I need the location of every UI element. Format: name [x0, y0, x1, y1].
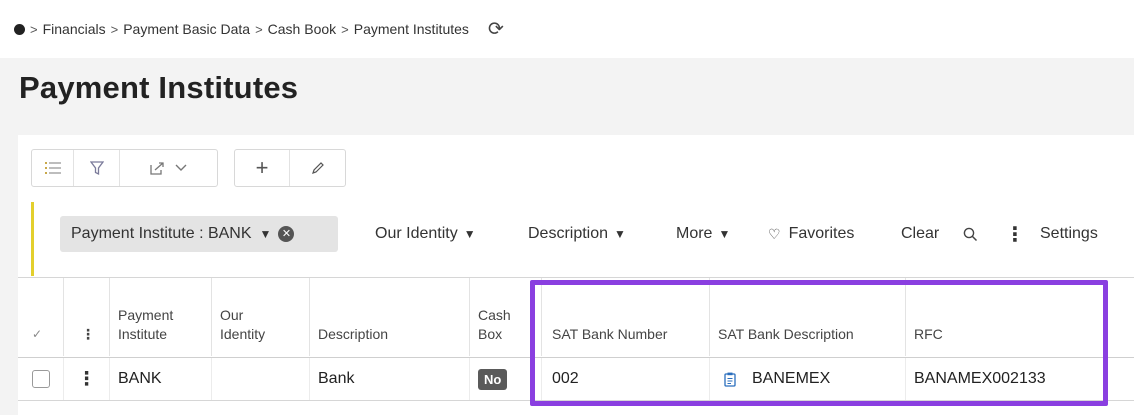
- clear-button[interactable]: Clear: [901, 216, 939, 252]
- breadcrumb-item-payment-basic-data[interactable]: Payment Basic Data: [123, 21, 250, 37]
- home-dot-icon[interactable]: [14, 23, 25, 35]
- favorites-button[interactable]: ♡ Favorites: [768, 216, 854, 252]
- filter-more-label: More: [676, 225, 713, 242]
- filter-our-identity-label: Our Identity: [375, 225, 458, 242]
- cash-box-badge: No: [478, 368, 508, 390]
- header-our-identity-label: Our Identity: [220, 307, 266, 342]
- page-title: Payment Institutes: [19, 70, 299, 105]
- filter-description-label: Description: [528, 225, 609, 242]
- settings-button[interactable]: ⋮ Settings: [1005, 216, 1098, 252]
- chevron-right-icon: >: [255, 21, 263, 37]
- refresh-icon[interactable]: ⟳: [488, 20, 504, 39]
- select-all-header[interactable]: ✓: [18, 278, 64, 356]
- breadcrumb-item-cash-book[interactable]: Cash Book: [268, 21, 336, 37]
- cell-our-identity[interactable]: [212, 358, 310, 400]
- caret-down-icon[interactable]: ▼: [260, 227, 272, 241]
- list-icon: [44, 162, 61, 174]
- breadcrumb: > Financials > Payment Basic Data > Cash…: [14, 18, 504, 40]
- cell-payment-institute[interactable]: BANK: [110, 358, 212, 400]
- search-icon: [963, 227, 978, 241]
- search-button[interactable]: [963, 216, 978, 252]
- chevron-right-icon: >: [341, 21, 349, 37]
- chevron-right-icon: >: [30, 21, 38, 37]
- toolbar-view-group: [31, 149, 218, 187]
- filter-our-identity[interactable]: Our Identity ▼: [375, 216, 476, 252]
- breadcrumb-bar: > Financials > Payment Basic Data > Cash…: [0, 0, 1134, 58]
- caret-down-icon: ▼: [614, 227, 626, 241]
- checkmark-icon: ✓: [32, 327, 43, 341]
- highlight-box: [530, 280, 1108, 406]
- breadcrumb-item-financials[interactable]: Financials: [43, 21, 106, 37]
- plus-icon: +: [255, 155, 269, 180]
- filter-description[interactable]: Description ▼: [528, 216, 626, 252]
- cell-description[interactable]: Bank: [310, 358, 470, 400]
- row-checkbox[interactable]: [31, 370, 50, 388]
- header-description-label: Description: [318, 326, 389, 342]
- heart-icon: ♡: [768, 225, 781, 242]
- filter-chip-payment-institute[interactable]: Payment Institute : BANK ▼ ✕: [60, 216, 338, 252]
- kebab-icon: ⋮: [81, 326, 95, 342]
- export-button[interactable]: [120, 150, 217, 186]
- header-our-identity[interactable]: Our Identity: [212, 278, 310, 356]
- header-description[interactable]: Description: [310, 278, 470, 356]
- row-kebab-icon[interactable]: ⋮: [77, 368, 96, 391]
- header-payment-institute-label: Payment Institute: [118, 307, 174, 342]
- caret-down-icon: ▼: [718, 227, 731, 241]
- favorites-label: Favorites: [788, 225, 855, 242]
- breadcrumb-item-payment-institutes: Payment Institutes: [353, 21, 469, 37]
- export-icon: [150, 162, 164, 175]
- filter-icon: [89, 160, 104, 175]
- filter-bar: Payment Institute : BANK ▼ ✕ Our Identit…: [31, 202, 1134, 276]
- toolbar-edit-group: +: [234, 149, 346, 187]
- clear-chip-icon[interactable]: ✕: [278, 226, 295, 242]
- clear-label: Clear: [901, 225, 940, 242]
- filter-button[interactable]: [74, 150, 120, 186]
- settings-label: Settings: [1040, 225, 1098, 242]
- header-cash-box-label: Cash Box: [478, 307, 511, 342]
- column-menu-header[interactable]: ⋮: [64, 278, 110, 356]
- kebab-icon: ⋮: [1005, 223, 1025, 246]
- chevron-down-icon: [175, 164, 187, 171]
- chevron-right-icon: >: [110, 21, 119, 37]
- filter-chip-label: Payment Institute : BANK: [71, 225, 252, 242]
- row-select-cell: [18, 358, 64, 400]
- filter-more[interactable]: More ▼: [676, 216, 730, 252]
- add-button[interactable]: +: [235, 150, 290, 186]
- edit-icon: [312, 161, 324, 174]
- header-payment-institute[interactable]: Payment Institute: [110, 278, 212, 356]
- row-menu-cell: ⋮: [64, 358, 110, 400]
- caret-down-icon: ▼: [463, 227, 476, 241]
- list-view-button[interactable]: [32, 150, 74, 186]
- edit-button[interactable]: [290, 150, 345, 186]
